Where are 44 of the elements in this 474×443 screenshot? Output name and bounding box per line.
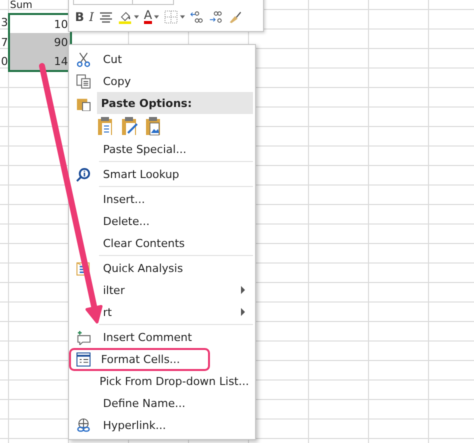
comment-icon bbox=[76, 330, 90, 344]
table-cell: 10 bbox=[8, 13, 72, 32]
menu-item[interactable]: Smart Lookup bbox=[97, 162, 186, 186]
center-align-icon[interactable] bbox=[98, 10, 113, 24]
menu-item[interactable]: Format Cells... bbox=[69, 348, 210, 370]
decrease-decimal-icon[interactable] bbox=[209, 10, 224, 24]
paste-picture-icon[interactable] bbox=[145, 116, 163, 136]
italic-button[interactable]: I bbox=[89, 10, 94, 24]
column-header: Sum bbox=[9, 0, 34, 13]
menu-item[interactable]: Hyperlink... bbox=[97, 414, 172, 436]
copy-icon bbox=[76, 74, 90, 88]
table-cell-text: 3 bbox=[0, 15, 8, 31]
magnifier-icon bbox=[76, 166, 90, 182]
submenu-arrow-icon bbox=[241, 308, 245, 316]
menu-item[interactable]: Cut bbox=[97, 48, 128, 70]
fill-color-icon[interactable] bbox=[118, 10, 132, 24]
menu-item[interactable]: Clear Contents bbox=[97, 232, 191, 254]
menu-item[interactable]: Define Name... bbox=[97, 392, 192, 414]
table-cell-text: 0 bbox=[0, 54, 8, 70]
font-color-button[interactable]: A bbox=[144, 9, 152, 24]
dropdown-caret-icon[interactable] bbox=[180, 14, 186, 18]
menu-item[interactable]: Insert... bbox=[97, 188, 152, 210]
menu-item[interactable]: Delete... bbox=[97, 210, 156, 232]
menu-item[interactable]: Pick From Drop-down List... bbox=[94, 370, 255, 392]
menu-item[interactable]: rt bbox=[97, 300, 118, 324]
paintbrush-icon[interactable] bbox=[228, 10, 242, 24]
dropdown-caret-icon[interactable] bbox=[134, 14, 139, 18]
globe-link-icon bbox=[76, 418, 90, 432]
submenu-arrow-icon bbox=[241, 286, 245, 294]
scissors-icon bbox=[76, 52, 90, 66]
menu-item[interactable]: Quick Analysis bbox=[97, 256, 189, 280]
table-cell: 90 bbox=[8, 32, 72, 52]
menu-section-header: Paste Options: bbox=[97, 92, 253, 114]
menu-item[interactable]: Copy bbox=[97, 70, 137, 92]
menu-item[interactable]: Paste Special... bbox=[97, 138, 192, 160]
table-cell-text: 7 bbox=[0, 34, 8, 50]
menu-item[interactable]: ilter bbox=[97, 278, 131, 302]
paste-option-icon[interactable] bbox=[97, 116, 115, 136]
paste-option-icon[interactable] bbox=[121, 116, 139, 136]
bold-button[interactable]: B bbox=[75, 10, 84, 24]
format-cells-icon bbox=[76, 352, 90, 366]
dropdown-caret-icon[interactable] bbox=[154, 14, 160, 18]
increase-decimal-icon[interactable] bbox=[190, 10, 204, 24]
menu-item[interactable]: Insert Comment bbox=[97, 326, 198, 348]
